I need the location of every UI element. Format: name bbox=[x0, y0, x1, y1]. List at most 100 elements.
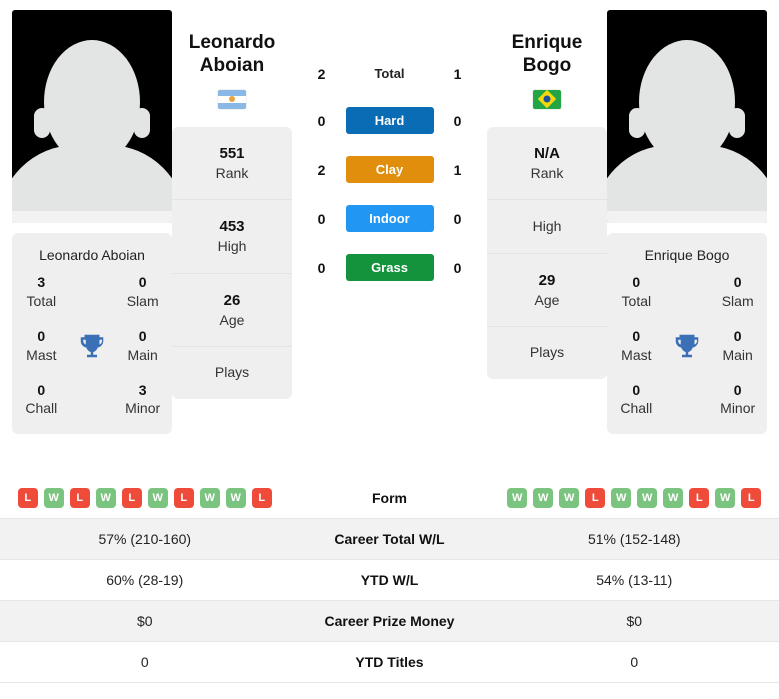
avatar-bottom-strip bbox=[607, 211, 767, 223]
form-badge-w[interactable]: W bbox=[611, 488, 632, 508]
right-player-rank-card: N/A Rank High 29 Age Plays bbox=[487, 126, 607, 379]
form-badge-w[interactable]: W bbox=[637, 488, 658, 508]
right-player-column: Enrique Bogo 0 Total 0 Slam 0 Mast 0 Mai… bbox=[607, 10, 767, 435]
h2h-surface-clay[interactable]: Clay bbox=[345, 156, 434, 183]
left-titles-slam-label: Slam bbox=[126, 292, 159, 309]
form-badge-w[interactable]: W bbox=[199, 488, 220, 508]
left-high-value: 453 bbox=[219, 218, 245, 236]
table-cell-right: 0 bbox=[630, 654, 639, 670]
right-age-label: Age bbox=[534, 291, 560, 308]
h2h-surface-grass[interactable]: Grass bbox=[345, 254, 434, 281]
left-titles-total: 3 Total bbox=[16, 273, 67, 311]
table-cell-left: 0 bbox=[140, 654, 149, 670]
left-titles-main-value: 0 bbox=[138, 327, 147, 344]
left-player-rank-card: 551 Rank 453 High 26 Age Plays bbox=[172, 126, 292, 399]
left-titles-minor-label: Minor bbox=[125, 400, 161, 417]
right-titles-mast-label: Mast bbox=[621, 346, 652, 363]
flag-stripe-top bbox=[218, 89, 246, 96]
form-badge-w[interactable]: W bbox=[95, 488, 116, 508]
left-player-name-column: Leonardo Aboian 551 Rank 453 High 26 Age bbox=[172, 10, 292, 399]
left-high-label: High bbox=[217, 238, 247, 255]
left-age-value: 26 bbox=[223, 291, 241, 309]
form-badge-l[interactable]: L bbox=[17, 488, 38, 508]
left-titles-total-label: Total bbox=[26, 292, 57, 309]
form-badge-l[interactable]: L bbox=[585, 488, 606, 508]
form-badge-l[interactable]: L bbox=[251, 488, 272, 508]
h2h-left-score: 0 bbox=[317, 112, 326, 129]
h2h-left-score: 2 bbox=[317, 65, 326, 82]
stats-table: L W L W L W L W W L Form W W W L W W W L W L 57% (210-160) Car… bbox=[0, 478, 779, 683]
h2h-row-clay: 2 Clay 1 bbox=[292, 156, 487, 183]
table-row: L W L W L W L W W L Form W W W L W W W L W L bbox=[0, 478, 779, 519]
form-badge-w[interactable]: W bbox=[715, 488, 736, 508]
left-titles-chall-label: Chall bbox=[25, 400, 58, 417]
table-row: 0 YTD Titles 0 bbox=[0, 642, 779, 683]
table-row-label: Career Total W/L bbox=[334, 531, 445, 547]
left-player-name: Leonardo Aboian bbox=[172, 32, 292, 78]
right-titles-grid: 0 Total 0 Slam 0 Mast 0 Main 0 Chall 0 M… bbox=[607, 273, 767, 434]
form-badge-l[interactable]: L bbox=[69, 488, 90, 508]
right-titles-main-value: 0 bbox=[733, 327, 742, 344]
right-age-cell: 29 Age bbox=[487, 254, 607, 328]
right-titles-minor: 0 Minor bbox=[712, 381, 763, 419]
form-badge-l[interactable]: L bbox=[173, 488, 194, 508]
form-badge-w[interactable]: W bbox=[559, 488, 580, 508]
right-titles-minor-label: Minor bbox=[720, 400, 756, 417]
right-high-cell: High bbox=[487, 200, 607, 254]
form-badge-l[interactable]: L bbox=[121, 488, 142, 508]
form-badge-w[interactable]: W bbox=[507, 488, 528, 508]
avatar-bottom-strip bbox=[12, 211, 172, 223]
h2h-surface-total: Total bbox=[374, 66, 405, 81]
h2h-right-score: 0 bbox=[453, 210, 462, 227]
form-badge-w[interactable]: W bbox=[225, 488, 246, 508]
left-titles-minor: 3 Minor bbox=[117, 381, 168, 419]
argentina-flag-icon bbox=[218, 89, 246, 109]
avatar-ear-left-shape bbox=[34, 107, 50, 138]
right-titles-chall: 0 Chall bbox=[611, 381, 662, 419]
h2h-row-hard: 0 Hard 0 bbox=[292, 107, 487, 134]
table-row-label: YTD Titles bbox=[355, 654, 424, 670]
right-high-label: High bbox=[532, 218, 562, 235]
left-titles-minor-value: 3 bbox=[138, 381, 147, 398]
h2h-surface-indoor[interactable]: Indoor bbox=[345, 205, 434, 232]
right-age-value: 29 bbox=[538, 271, 556, 289]
table-row-label: Career Prize Money bbox=[324, 613, 455, 629]
right-rank-value: N/A bbox=[534, 144, 560, 162]
table-cell-right: $0 bbox=[626, 613, 643, 629]
form-badge-w[interactable]: W bbox=[663, 488, 684, 508]
h2h-right-score: 1 bbox=[453, 65, 462, 82]
h2h-right-score: 0 bbox=[453, 112, 462, 129]
right-titles-slam-value: 0 bbox=[733, 274, 742, 290]
table-row: $0 Career Prize Money $0 bbox=[0, 601, 779, 642]
table-cell-right: 51% (152-148) bbox=[587, 531, 681, 547]
h2h-surface-hard[interactable]: Hard bbox=[345, 107, 434, 134]
form-badge-l[interactable]: L bbox=[741, 488, 762, 508]
right-player-name: Enrique Bogo bbox=[511, 32, 583, 76]
table-cell-left: LWLWLWLWWL bbox=[0, 488, 290, 508]
left-titles-mast-label: Mast bbox=[26, 346, 57, 363]
right-rank-label: Rank bbox=[530, 164, 564, 181]
left-player-last-name: Aboian bbox=[199, 54, 265, 76]
right-titles-slam-label: Slam bbox=[721, 292, 754, 309]
right-titles-total: 0 Total bbox=[611, 273, 662, 311]
form-badge-l[interactable]: L bbox=[689, 488, 710, 508]
left-titles-main-label: Main bbox=[127, 346, 158, 363]
left-titles-mast-value: 0 bbox=[37, 327, 46, 344]
h2h-right-score: 0 bbox=[453, 259, 462, 276]
form-badge-w[interactable]: W bbox=[147, 488, 168, 508]
table-row: 60% (28-19) YTD W/L 54% (13-11) bbox=[0, 560, 779, 601]
right-titles-mast-value: 0 bbox=[632, 327, 641, 344]
h2h-row-indoor: 0 Indoor 0 bbox=[292, 205, 487, 232]
right-titles-minor-value: 0 bbox=[733, 381, 742, 398]
form-badge-w[interactable]: W bbox=[43, 488, 64, 508]
right-plays-label: Plays bbox=[529, 344, 565, 361]
left-rank-value: 551 bbox=[219, 144, 245, 162]
right-player-avatar bbox=[607, 10, 767, 223]
right-form-list: WWWLWWWLWL bbox=[507, 488, 762, 508]
left-titles-main: 0 Main bbox=[117, 327, 168, 365]
form-badge-w[interactable]: W bbox=[533, 488, 554, 508]
right-titles-total-value: 0 bbox=[632, 274, 641, 290]
left-player-first-name: Leonardo bbox=[188, 32, 276, 53]
right-flag-wrap bbox=[487, 89, 607, 109]
avatar-ear-right-shape bbox=[729, 107, 745, 138]
